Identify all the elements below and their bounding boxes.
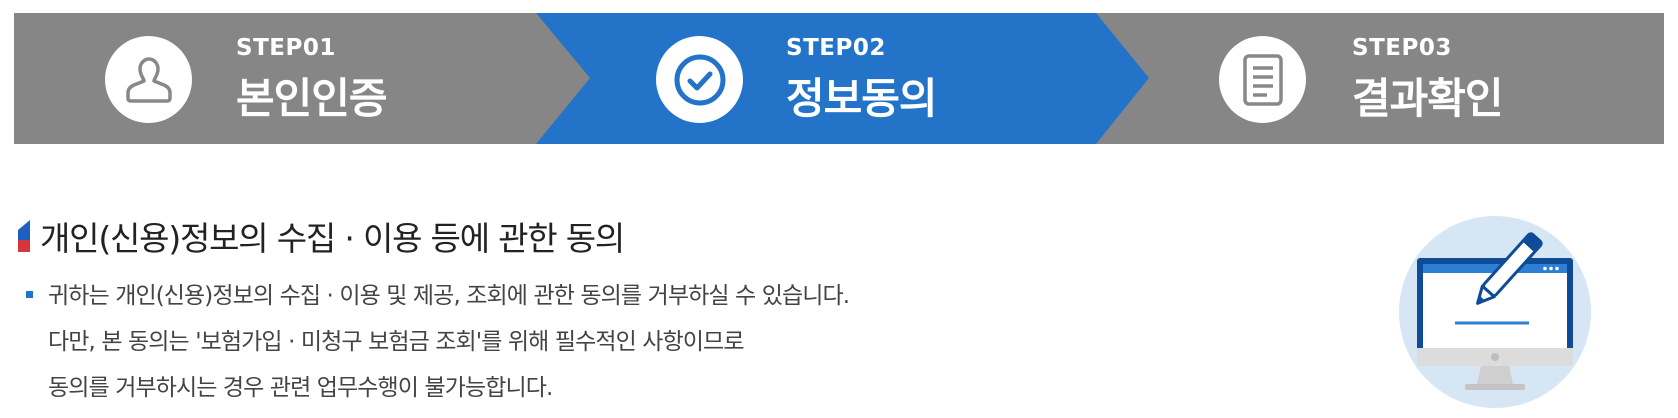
step-1-title: 본인인증 [236, 74, 388, 123]
step-2-number: STEP02 [786, 35, 886, 61]
computer-signing-icon [1399, 216, 1591, 408]
consent-line-text: 다만, 본 동의는 '보험가입 · 미청구 보험금 조회'를 위해 필수적인 사… [48, 329, 744, 355]
check-circle-icon-circle [656, 36, 743, 123]
section-title: 개인(신용)정보의 수집 · 이용 등에 관한 동의 [40, 219, 625, 258]
person-icon-circle [105, 36, 192, 123]
bullet-icon [26, 291, 33, 298]
computer-signing-illustration [1397, 214, 1593, 414]
consent-line-3: 동의를 거부하시는 경우 관련 업무수행이 불가능합니다. [26, 370, 1326, 416]
document-icon-circle [1219, 36, 1306, 123]
step-3-title: 결과확인 [1352, 74, 1504, 123]
step-progress-bar: STEP01 본인인증 STEP02 정보동의 STEP03 결과확인 [14, 13, 1664, 144]
title-marker-icon [18, 220, 30, 252]
person-icon [125, 56, 172, 103]
consent-line-text: 동의를 거부하시는 경우 관련 업무수행이 불가능합니다. [48, 375, 553, 401]
step-2-title: 정보동의 [786, 74, 938, 123]
document-icon [1242, 53, 1283, 106]
consent-notice: 귀하는 개인(신용)정보의 수집 · 이용 및 제공, 조회에 관한 동의를 거… [26, 278, 1326, 416]
step-3-number: STEP03 [1352, 35, 1452, 61]
step-1: STEP01 본인인증 [14, 13, 536, 144]
step-2: STEP02 정보동의 [536, 13, 1096, 144]
step-3: STEP03 결과확인 [1096, 13, 1664, 144]
step-1-number: STEP01 [236, 35, 336, 61]
consent-line-2: 다만, 본 동의는 '보험가입 · 미청구 보험금 조회'를 위해 필수적인 사… [26, 324, 1326, 370]
consent-line-text: 귀하는 개인(신용)정보의 수집 · 이용 및 제공, 조회에 관한 동의를 거… [48, 283, 850, 309]
consent-line-1: 귀하는 개인(신용)정보의 수집 · 이용 및 제공, 조회에 관한 동의를 거… [26, 278, 1326, 324]
check-circle-icon [674, 54, 725, 105]
section-heading: 개인(신용)정보의 수집 · 이용 등에 관한 동의 [18, 216, 625, 258]
